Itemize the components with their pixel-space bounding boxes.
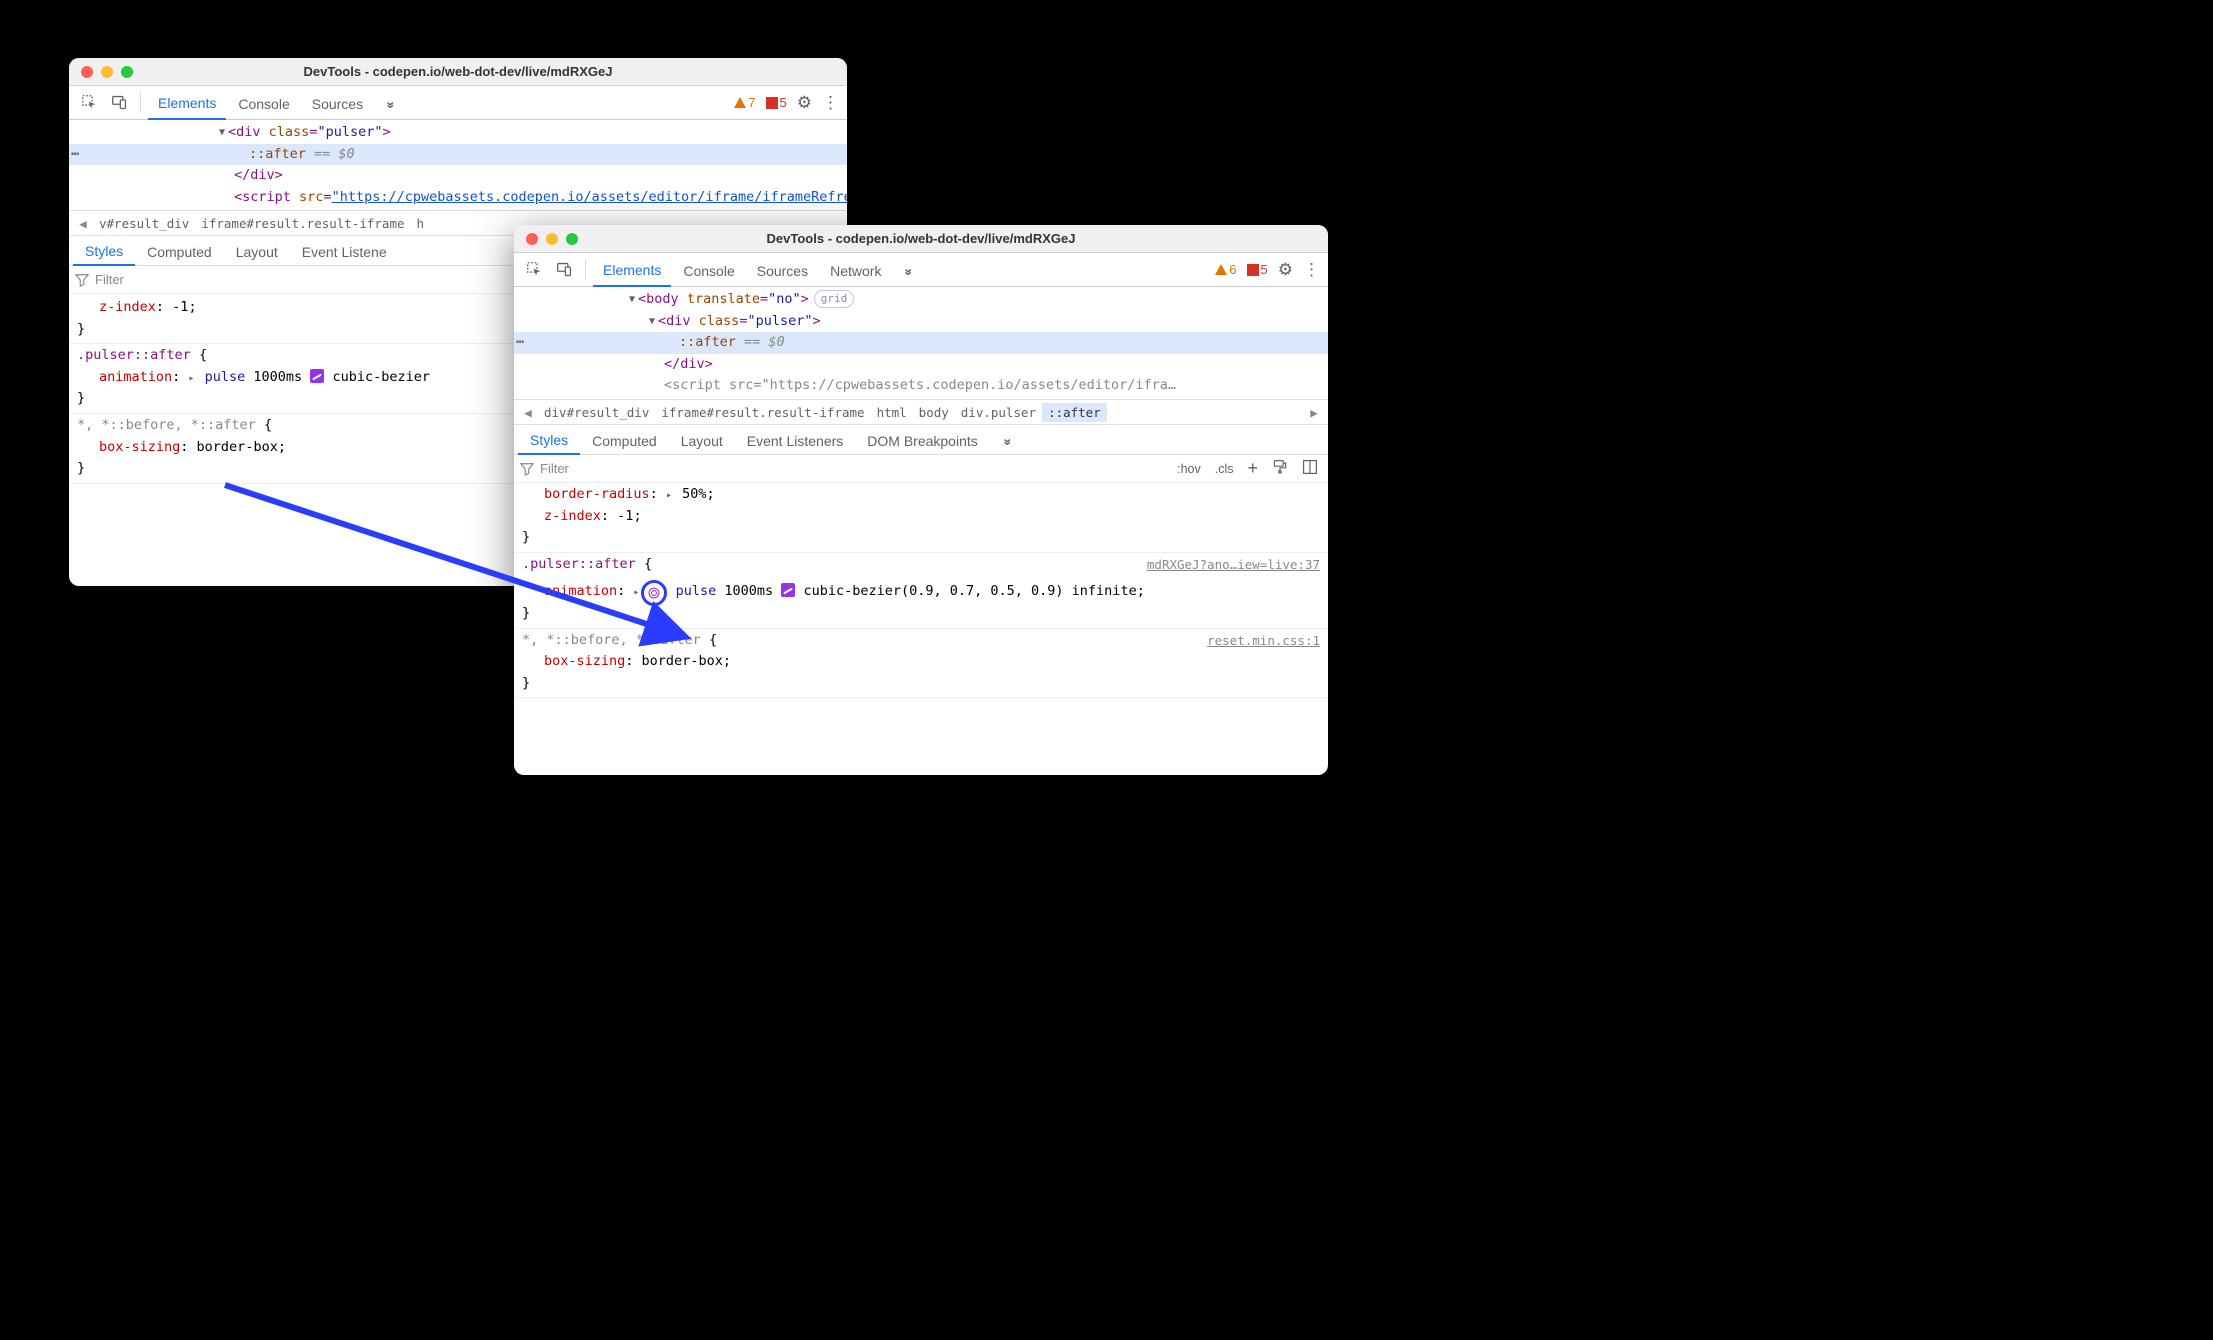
css-rule[interactable]: mdRXGeJ?ano…iew=live:37 .pulser::after {…: [514, 553, 1328, 629]
dom-selected-row[interactable]: ⋯::after == $0: [69, 144, 847, 166]
inspect-icon[interactable]: [75, 86, 103, 119]
devtools-window-front: DevTools - codepen.io/web-dot-dev/live/m…: [514, 225, 1328, 775]
error-count[interactable]: 5: [1247, 262, 1268, 277]
animation-icon[interactable]: [641, 580, 667, 606]
crumb-item[interactable]: h: [411, 214, 431, 233]
titlebar[interactable]: DevTools - codepen.io/web-dot-dev/live/m…: [69, 58, 847, 86]
traffic-lights: [514, 233, 578, 245]
window-title: DevTools - codepen.io/web-dot-dev/live/m…: [69, 64, 847, 79]
zoom-icon[interactable]: [566, 233, 578, 245]
subtab-computed[interactable]: Computed: [135, 237, 224, 266]
css-selector: .pulser::after: [522, 556, 636, 572]
tab-sources[interactable]: Sources: [747, 254, 818, 287]
tab-sources[interactable]: Sources: [302, 87, 373, 120]
main-toolbar: Elements Console Sources ›› 7 5 ⚙ ⋮: [69, 86, 847, 120]
device-toggle-icon[interactable]: [105, 86, 133, 119]
crumb-item[interactable]: div#result_div: [538, 403, 655, 422]
crumb-item[interactable]: iframe#result.result-iframe: [655, 403, 870, 422]
bezier-icon[interactable]: [781, 583, 795, 597]
css-selector: .pulser::after: [77, 347, 191, 363]
filter-icon: [520, 462, 534, 476]
warning-count[interactable]: 7: [734, 95, 755, 110]
crumb-item-selected[interactable]: ::after: [1042, 403, 1107, 422]
gear-icon[interactable]: ⚙: [1278, 260, 1293, 280]
subtab-computed[interactable]: Computed: [580, 426, 669, 455]
dom-selected-row[interactable]: ⋯::after == $0: [514, 332, 1328, 354]
subtab-layout[interactable]: Layout: [669, 426, 735, 455]
subtab-eventlisteners[interactable]: Event Listeners: [735, 426, 856, 455]
css-rule[interactable]: reset.min.css:1 *, *::before, *::after {…: [514, 629, 1328, 699]
subtabs-overflow[interactable]: ››: [990, 426, 1027, 455]
close-icon[interactable]: [81, 66, 93, 78]
crumb-item[interactable]: body: [913, 403, 955, 422]
source-location[interactable]: reset.min.css:1: [1207, 631, 1320, 651]
paint-icon[interactable]: [1268, 459, 1292, 478]
filter-input[interactable]: Filter: [95, 272, 124, 287]
dom-tree[interactable]: <div class="pulser"> ⋯::after == $0 </di…: [69, 120, 847, 210]
error-count[interactable]: 5: [766, 95, 787, 110]
styles-pane[interactable]: border-radius: ▸ 50%; z-index: -1; } mdR…: [514, 483, 1328, 775]
css-selector: *, *::before, *::after: [522, 632, 701, 648]
crumb-left-icon[interactable]: ◀: [518, 405, 538, 420]
new-rule-icon[interactable]: +: [1243, 458, 1262, 479]
crumb-left-icon[interactable]: ◀: [73, 216, 93, 231]
breadcrumb[interactable]: ◀ div#result_div iframe#result.result-if…: [514, 399, 1328, 425]
tab-console[interactable]: Console: [228, 87, 299, 120]
dom-close: </div>: [234, 167, 283, 183]
subtab-dombreakpoints[interactable]: DOM Breakpoints: [855, 426, 989, 455]
filter-bar: Filter :hov .cls +: [514, 455, 1328, 483]
subtab-eventlisteners[interactable]: Event Listene: [290, 237, 399, 266]
tabs-overflow[interactable]: ››: [893, 254, 926, 287]
source-location[interactable]: mdRXGeJ?ano…iew=live:37: [1147, 555, 1320, 575]
filter-input[interactable]: Filter: [540, 461, 569, 476]
crumb-item[interactable]: html: [871, 403, 913, 422]
cls-toggle[interactable]: .cls: [1211, 462, 1238, 476]
kebab-icon[interactable]: ⋮: [822, 93, 839, 113]
close-icon[interactable]: [526, 233, 538, 245]
crumb-item[interactable]: v#result_div: [93, 214, 195, 233]
kebab-icon[interactable]: ⋮: [1303, 260, 1320, 280]
warning-count[interactable]: 6: [1215, 262, 1236, 277]
dom-tree[interactable]: <body translate="no">grid <div class="pu…: [514, 287, 1328, 399]
main-toolbar: Elements Console Sources Network ›› 6 5 …: [514, 253, 1328, 287]
tab-elements[interactable]: Elements: [148, 87, 226, 120]
traffic-lights: [69, 66, 133, 78]
minimize-icon[interactable]: [546, 233, 558, 245]
bezier-icon[interactable]: [310, 369, 324, 383]
zoom-icon[interactable]: [121, 66, 133, 78]
subtab-layout[interactable]: Layout: [224, 237, 290, 266]
inspect-icon[interactable]: [520, 253, 548, 286]
device-toggle-icon[interactable]: [550, 253, 578, 286]
dom-tag: <div: [228, 124, 269, 140]
titlebar[interactable]: DevTools - codepen.io/web-dot-dev/live/m…: [514, 225, 1328, 253]
crumb-right-icon[interactable]: ▶: [1304, 405, 1324, 420]
tab-elements[interactable]: Elements: [593, 254, 671, 287]
subtab-styles[interactable]: Styles: [73, 237, 135, 266]
css-selector: *, *::before, *::after: [77, 417, 256, 433]
subtab-styles[interactable]: Styles: [518, 426, 580, 455]
minimize-icon[interactable]: [101, 66, 113, 78]
tab-network[interactable]: Network: [820, 254, 891, 287]
window-title: DevTools - codepen.io/web-dot-dev/live/m…: [514, 231, 1328, 246]
tabs-overflow[interactable]: ››: [375, 87, 408, 120]
gear-icon[interactable]: ⚙: [797, 93, 812, 113]
tab-console[interactable]: Console: [673, 254, 744, 287]
grid-badge[interactable]: grid: [814, 290, 855, 308]
script-src-link[interactable]: "https://cpwebassets.codepen.io/assets/e…: [332, 189, 847, 205]
css-rule[interactable]: border-radius: ▸ 50%; z-index: -1; }: [514, 483, 1328, 553]
crumb-item[interactable]: div.pulser: [955, 403, 1042, 422]
crumb-item[interactable]: iframe#result.result-iframe: [195, 214, 410, 233]
filter-icon: [75, 273, 89, 287]
computed-toggle-icon[interactable]: [1298, 459, 1322, 478]
hov-toggle[interactable]: :hov: [1173, 462, 1205, 476]
styles-subtabs: Styles Computed Layout Event Listeners D…: [514, 425, 1328, 455]
